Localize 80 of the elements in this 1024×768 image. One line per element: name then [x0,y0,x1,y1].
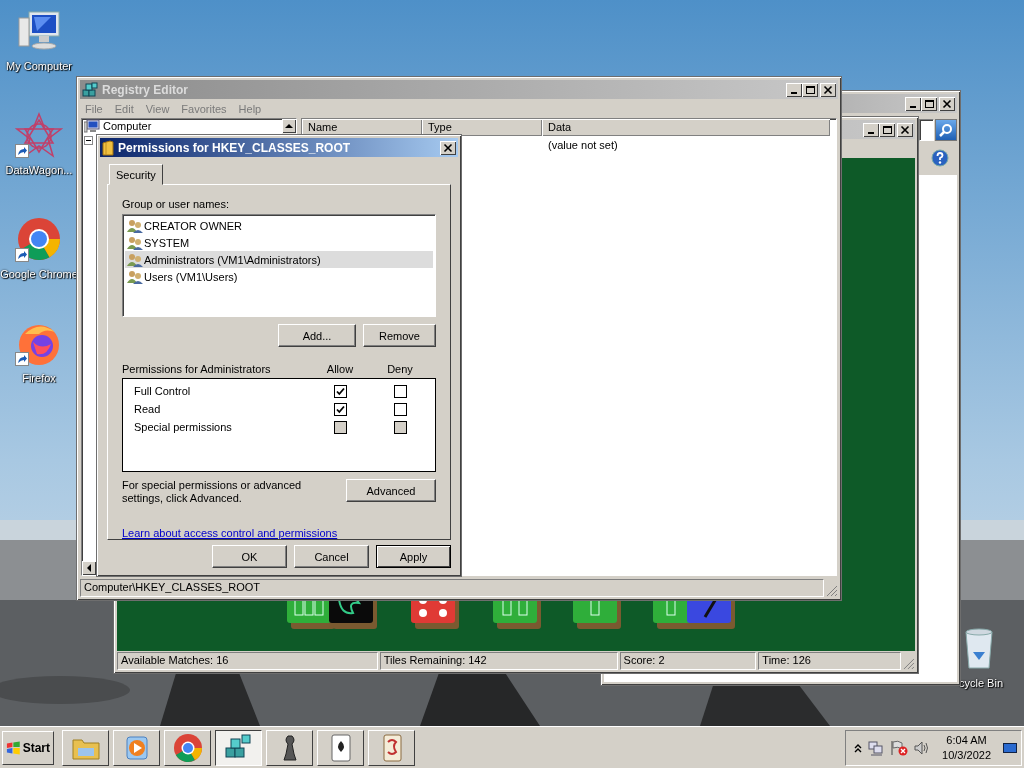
column-header: Deny [386,363,414,376]
tree-item[interactable]: Computer [103,120,152,132]
users-icon [127,218,143,233]
status-text: Available Matches: 16 [117,652,378,670]
table-cell-text: (value not set) [547,138,619,151]
checkbox[interactable] [393,384,407,398]
minimize-icon [910,105,916,108]
list-item-text: SYSTEM [144,236,190,249]
list-item-text: Users (VM1\Users) [144,270,238,283]
flag-error-icon[interactable] [890,739,909,756]
column-header[interactable]: Type [422,119,542,136]
close-icon [899,124,911,135]
list-item[interactable]: CREATOR OWNER [125,217,433,234]
list-item[interactable]: SYSTEM [125,234,433,251]
left-arrow-icon [86,564,92,572]
resize-grip-icon [903,658,915,670]
search-icon [939,123,953,137]
tab[interactable]: Security [109,164,163,185]
field-label: Group or user names: [122,198,230,210]
users-icon [127,252,143,267]
column-header[interactable]: Data [542,119,830,136]
checkbox[interactable] [393,402,407,416]
folder-icon [102,139,114,156]
round-logo-icon [171,731,204,764]
field-label: Permissions for Administrators [122,363,272,376]
search-button[interactable] [935,119,957,141]
windows-logo-icon [6,739,21,756]
maximize-icon [881,124,893,135]
ok-button[interactable]: OK [212,545,287,568]
close-button[interactable] [440,140,456,155]
minus-box-icon[interactable] [84,135,93,145]
status-text: Score: 2 [619,652,757,670]
speaker-icon[interactable] [914,739,931,756]
maximize-icon [804,84,816,95]
list-item[interactable]: Users (VM1\Users) [125,268,433,285]
clock-date[interactable]: 10/3/2022 [942,747,991,763]
star-pattern-icon[interactable] [15,112,63,158]
up-arrow-icon [285,123,293,129]
cubes-icon [82,81,98,98]
list-item-text: CREATOR OWNER [144,219,242,232]
clock-time[interactable]: 6:04 AM [946,732,987,748]
apply-button[interactable]: Apply [376,545,451,568]
scroll-up-button[interactable] [282,119,296,133]
users-icon [127,235,143,250]
column-header: Allow [325,363,355,376]
chevron-up-icon[interactable] [854,742,863,753]
window-title: Registry Editor [102,82,189,97]
resize-grip-icon [826,585,838,597]
permission-name: Read [133,403,162,416]
round-logo-icon[interactable] [15,216,63,262]
show-desktop-icon[interactable] [1003,741,1017,754]
close-icon [941,98,953,109]
taskbar-button[interactable] [215,729,262,766]
checkbox[interactable] [333,402,347,416]
list-item-text: Administrators (VM1\Administrators) [144,253,321,266]
users-icon [127,269,143,284]
status-text: Tiles Remaining: 142 [379,652,618,670]
help-icon[interactable] [931,149,949,167]
status-text: Computer\HKEY_CLASSES_ROOT [80,579,824,597]
permission-name: Full Control [133,385,192,398]
recycle-bin-icon[interactable] [962,626,996,670]
checkbox[interactable] [333,384,347,398]
cancel-button[interactable]: Cancel [294,545,369,568]
start-button[interactable]: Start [2,730,54,765]
permission-name: Special permissions [133,421,233,434]
close-icon [822,84,834,95]
status-text: Time: 126 [758,652,902,670]
scroll-left-button[interactable] [82,561,96,575]
close-icon [442,142,454,153]
help-text: For special permissions or advanced settings, click Advanced. [122,479,303,505]
add-button[interactable]: Add... [278,324,356,348]
remove-button[interactable]: Remove [363,324,436,348]
list-item[interactable]: Administrators (VM1\Administrators) [125,251,433,268]
minimize-icon [868,131,874,134]
network-icon[interactable] [868,739,885,756]
search-field[interactable] [919,119,934,141]
maximize-icon [923,98,935,109]
advanced-button[interactable]: Advanced [346,479,436,502]
help-link[interactable]: Learn about access control and permissions [122,527,338,539]
window-title: Permissions for HKEY_CLASSES_ROOT [118,140,352,155]
